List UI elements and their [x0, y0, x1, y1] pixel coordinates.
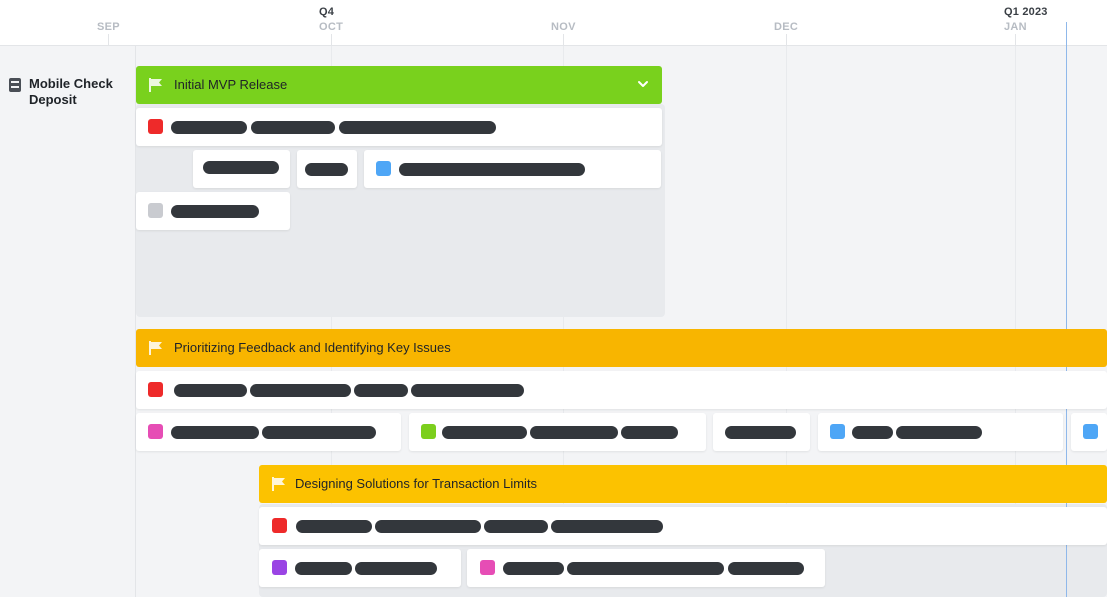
redacted-text — [203, 161, 279, 174]
milestone-title: Initial MVP Release — [174, 77, 288, 92]
redacted-text — [171, 205, 259, 218]
feature-card[interactable] — [136, 108, 662, 146]
feature-card[interactable] — [1071, 413, 1107, 451]
redacted-text — [399, 163, 585, 176]
redacted-text — [262, 426, 376, 439]
milestone-initial-mvp-release[interactable]: Initial MVP Release — [136, 66, 662, 104]
feature-card[interactable] — [136, 413, 401, 451]
status-square-red — [148, 382, 163, 397]
header-tick — [108, 34, 109, 46]
quarter-label-q4: Q4 — [319, 6, 335, 18]
project-name[interactable]: Mobile Check Deposit — [29, 76, 129, 108]
status-square-blue — [376, 161, 391, 176]
status-square-pink — [480, 560, 495, 575]
redacted-text — [296, 520, 372, 533]
milestone-title: Designing Solutions for Transaction Limi… — [295, 476, 538, 491]
redacted-text — [852, 426, 893, 439]
feature-card[interactable] — [467, 549, 825, 587]
feature-card[interactable] — [297, 150, 357, 188]
redacted-text — [375, 520, 481, 533]
feature-card[interactable] — [409, 413, 706, 451]
redacted-text — [171, 121, 247, 134]
redacted-text — [896, 426, 982, 439]
milestone-prioritizing-feedback[interactable]: Prioritizing Feedback and Identifying Ke… — [136, 329, 1107, 367]
feature-card[interactable] — [136, 192, 290, 230]
redacted-text — [484, 520, 548, 533]
feature-card[interactable] — [259, 507, 1107, 545]
status-square-red — [148, 119, 163, 134]
status-square-blue — [830, 424, 845, 439]
redacted-text — [551, 520, 663, 533]
feature-card[interactable] — [136, 371, 1107, 409]
month-label-sep: SEP — [97, 21, 120, 33]
timeline-header: Q4 Q1 2023 SEP OCT NOV DEC JAN — [0, 0, 1107, 46]
status-square-gray — [148, 203, 163, 218]
redacted-text — [174, 384, 247, 397]
flag-icon — [149, 78, 162, 92]
redacted-text — [354, 384, 408, 397]
month-label-nov: NOV — [551, 21, 576, 33]
milestone-designing-solutions[interactable]: Designing Solutions for Transaction Limi… — [259, 465, 1107, 503]
project-icon — [9, 78, 21, 92]
month-label-dec: DEC — [774, 21, 799, 33]
redacted-text — [355, 562, 437, 575]
status-square-blue — [1083, 424, 1098, 439]
redacted-text — [621, 426, 678, 439]
feature-card[interactable] — [259, 549, 461, 587]
redacted-text — [530, 426, 618, 439]
chevron-down-icon[interactable] — [636, 77, 650, 91]
redacted-text — [171, 426, 259, 439]
month-label-jan: JAN — [1004, 21, 1027, 33]
feature-card[interactable] — [713, 413, 810, 451]
redacted-text — [295, 562, 352, 575]
redacted-text — [567, 562, 724, 575]
redacted-text — [339, 121, 496, 134]
redacted-text — [305, 163, 348, 176]
header-tick — [786, 34, 787, 46]
redacted-text — [442, 426, 527, 439]
status-square-red — [272, 518, 287, 533]
status-square-purple — [272, 560, 287, 575]
month-label-oct: OCT — [319, 21, 344, 33]
flag-icon — [149, 341, 162, 355]
header-tick — [563, 34, 564, 46]
header-tick — [331, 34, 332, 46]
header-tick — [1015, 34, 1016, 46]
redacted-text — [411, 384, 524, 397]
status-square-green — [421, 424, 436, 439]
redacted-text — [503, 562, 564, 575]
status-square-pink — [148, 424, 163, 439]
project-sidebar — [0, 46, 136, 597]
feature-card[interactable] — [818, 413, 1063, 451]
flag-icon — [272, 477, 285, 491]
redacted-text — [251, 121, 335, 134]
redacted-text — [250, 384, 351, 397]
redacted-text — [725, 426, 796, 439]
milestone-title: Prioritizing Feedback and Identifying Ke… — [174, 340, 451, 355]
feature-card[interactable] — [364, 150, 661, 188]
quarter-label-q1-2023: Q1 2023 — [1004, 6, 1048, 18]
roadmap-view: Q4 Q1 2023 SEP OCT NOV DEC JAN Mobile Ch… — [0, 0, 1107, 597]
redacted-text — [728, 562, 804, 575]
feature-card[interactable] — [193, 150, 290, 188]
